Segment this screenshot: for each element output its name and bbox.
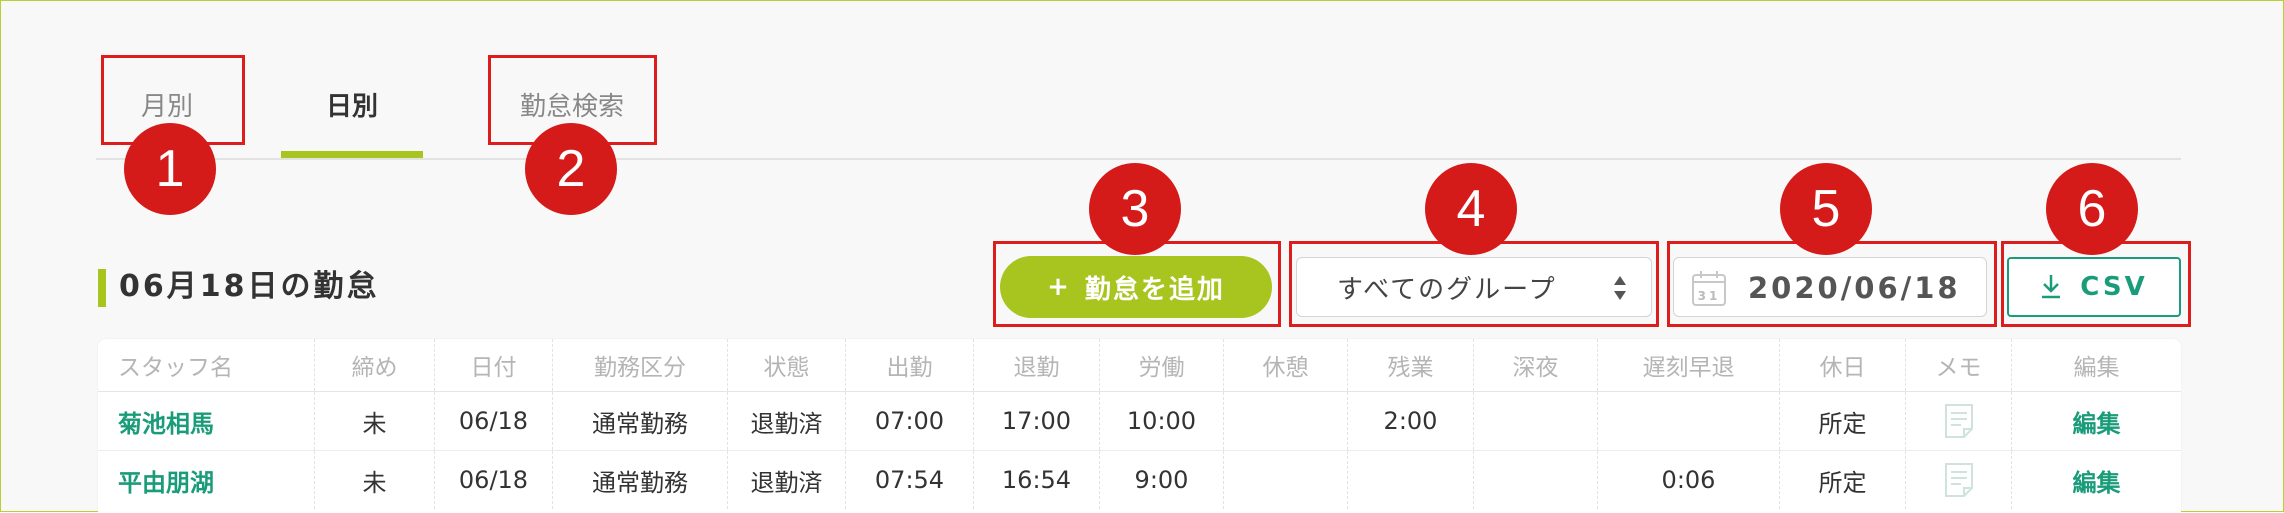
header-holiday[interactable]: 休日 [1780, 339, 1906, 391]
heading-accent-bar [98, 269, 106, 307]
table-row: 平由朋湖 未 06/18 通常勤務 退勤済 07:54 16:54 9:00 0… [98, 451, 2181, 509]
header-date[interactable]: 日付 [435, 339, 553, 391]
tab-daily[interactable]: 日別 [281, 79, 423, 129]
work-hours-cell: 9:00 [1100, 451, 1224, 509]
csv-label: CSV [2080, 272, 2148, 302]
memo-icon [1944, 404, 1973, 438]
add-attendance-label: 勤怠を追加 [1084, 274, 1225, 305]
annotation-marker-6: 6 [2046, 163, 2138, 255]
header-work-category[interactable]: 勤務区分 [553, 339, 728, 391]
header-closing[interactable]: 締め [315, 339, 435, 391]
header-overtime[interactable]: 残業 [1348, 339, 1474, 391]
calendar-day: 31 [1698, 289, 1721, 303]
date-cell: 06/18 [435, 392, 553, 450]
csv-download-button[interactable]: CSV [2007, 257, 2181, 317]
clock-in-cell: 07:54 [846, 451, 974, 509]
header-staff-name[interactable]: スタッフ名 [98, 339, 315, 391]
select-arrows-icon [1614, 276, 1626, 300]
night-cell [1474, 392, 1598, 450]
overtime-cell: 2:00 [1348, 392, 1474, 450]
table-row: 菊池相馬 未 06/18 通常勤務 退勤済 07:00 17:00 10:00 … [98, 392, 2181, 451]
edit-link[interactable]: 編集 [2012, 392, 2181, 450]
attendance-table: スタッフ名 締め 日付 勤務区分 状態 出勤 退勤 労働 休憩 残業 深夜 遅刻… [98, 339, 2181, 513]
download-icon [2042, 275, 2061, 299]
add-attendance-button[interactable]: + 勤怠を追加 [1000, 256, 1272, 318]
staff-name-link[interactable]: 菊池相馬 [98, 392, 315, 450]
header-break[interactable]: 休憩 [1224, 339, 1348, 391]
annotation-marker-2: 2 [525, 123, 617, 215]
header-clock-out[interactable]: 退勤 [974, 339, 1100, 391]
group-select-value: すべてのグループ [1337, 274, 1557, 305]
header-night[interactable]: 深夜 [1474, 339, 1598, 391]
active-tab-indicator [281, 151, 423, 158]
clock-out-cell: 16:54 [974, 451, 1100, 509]
header-work-hours[interactable]: 労働 [1100, 339, 1224, 391]
tabs-divider [96, 158, 2181, 160]
header-status[interactable]: 状態 [728, 339, 846, 391]
header-late-early[interactable]: 遅刻早退 [1598, 339, 1780, 391]
overtime-cell [1348, 451, 1474, 509]
group-select[interactable]: すべてのグループ [1296, 257, 1652, 317]
status-cell: 退勤済 [728, 392, 846, 450]
work-category-cell: 通常勤務 [553, 451, 728, 509]
break-cell [1224, 392, 1348, 450]
staff-name-link[interactable]: 平由朋湖 [98, 451, 315, 509]
date-cell: 06/18 [435, 451, 553, 509]
late-early-cell [1598, 392, 1780, 450]
page-frame: 月別 日別 勤怠検索 1 2 3 4 5 6 06月18日の勤怠 + 勤怠を追加… [0, 0, 2284, 513]
status-cell: 退勤済 [728, 451, 846, 509]
memo-cell[interactable] [1906, 451, 2012, 509]
clock-out-cell: 17:00 [974, 392, 1100, 450]
memo-icon [1944, 463, 1973, 497]
closing-cell: 未 [315, 451, 435, 509]
memo-cell[interactable] [1906, 392, 2012, 450]
header-memo: メモ [1906, 339, 2012, 391]
annotation-marker-4: 4 [1425, 163, 1517, 255]
calendar-icon: 31 [1692, 271, 1726, 306]
page-heading: 06月18日の勤怠 [119, 269, 380, 304]
annotation-marker-5: 5 [1780, 163, 1872, 255]
annotation-marker-1: 1 [124, 123, 216, 215]
night-cell [1474, 451, 1598, 509]
work-hours-cell: 10:00 [1100, 392, 1224, 450]
break-cell [1224, 451, 1348, 509]
table-header-row: スタッフ名 締め 日付 勤務区分 状態 出勤 退勤 労働 休憩 残業 深夜 遅刻… [98, 339, 2181, 392]
plus-icon: + [1047, 272, 1071, 302]
annotation-marker-3: 3 [1089, 163, 1181, 255]
holiday-cell: 所定 [1780, 451, 1906, 509]
holiday-cell: 所定 [1780, 392, 1906, 450]
edit-link[interactable]: 編集 [2012, 451, 2181, 509]
header-edit: 編集 [2073, 355, 2120, 381]
header-clock-in[interactable]: 出勤 [846, 339, 974, 391]
date-picker[interactable]: 31 2020/06/18 [1673, 257, 1987, 317]
date-value: 2020/06/18 [1748, 271, 1961, 305]
closing-cell: 未 [315, 392, 435, 450]
work-category-cell: 通常勤務 [553, 392, 728, 450]
clock-in-cell: 07:00 [846, 392, 974, 450]
late-early-cell: 0:06 [1598, 451, 1780, 509]
